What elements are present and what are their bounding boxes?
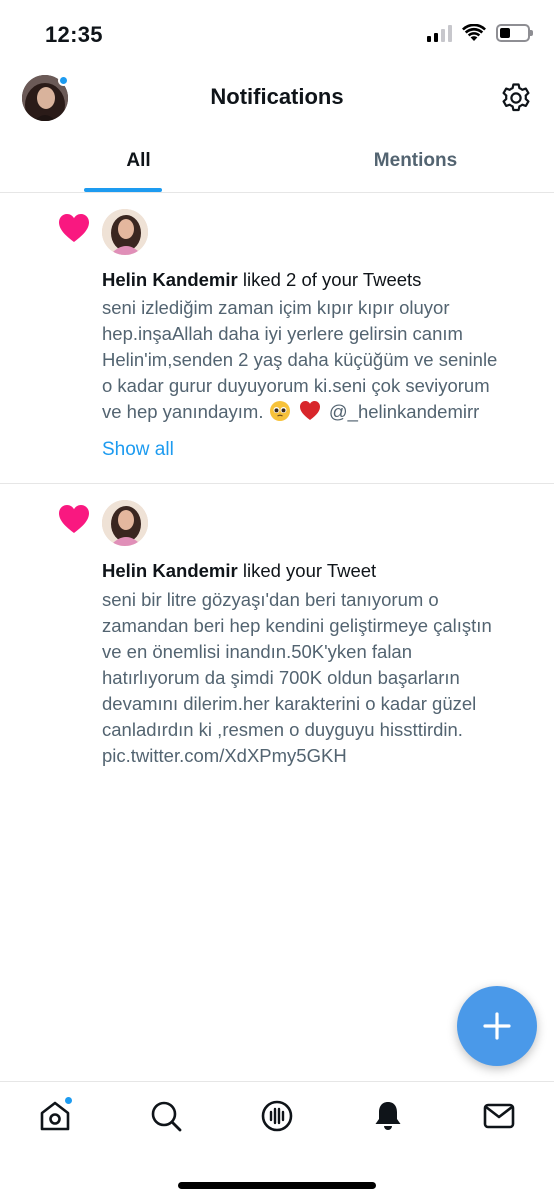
heart-icon — [59, 214, 89, 242]
pleading-face-emoji-icon — [269, 401, 290, 421]
nav-search[interactable] — [149, 1099, 183, 1133]
media-link[interactable]: pic.twitter.com/XdXPmy5GKH — [102, 743, 532, 769]
tweet-line: o kadar gurur duyuyorum ki.seni çok sevi… — [102, 375, 490, 396]
tweet-line: Helin'im,senden 2 yaş daha küçüğüm ve se… — [102, 349, 498, 370]
tab-label: Mentions — [373, 150, 458, 171]
nav-home[interactable] — [38, 1095, 74, 1133]
notification-action: liked 2 of your Tweets — [242, 269, 422, 290]
notification-headline: Helin Kandemir liked your Tweet — [102, 560, 376, 582]
battery-icon — [496, 24, 533, 42]
tweet-line: hatırlıyorum da şimdi 700K oldun başarla… — [102, 667, 460, 688]
user-name[interactable]: Helin Kandemir — [102, 560, 238, 581]
compose-button[interactable] — [457, 986, 537, 1066]
heart-icon — [59, 505, 89, 533]
tweet-line: ve hep yanındayım. — [102, 401, 264, 422]
status-icons — [427, 24, 533, 42]
notification-tabs: All Mentions — [0, 128, 554, 193]
tab-mentions[interactable]: Mentions — [277, 128, 554, 192]
tweet-line: devamını dilerim.her karakterini o kadar… — [102, 693, 477, 714]
cellular-signal-icon — [427, 24, 452, 42]
wifi-icon — [462, 24, 486, 41]
tweet-line: seni bir litre gözyaşı'dan beri tanıyoru… — [102, 589, 439, 610]
tweet-line: zamandan beri hep kendini geliştirmeye ç… — [102, 615, 492, 636]
notification-action: liked your Tweet — [242, 560, 377, 581]
tab-label: All — [126, 150, 151, 171]
home-indicator — [178, 1182, 376, 1189]
notifications-bell-icon — [375, 1102, 401, 1130]
unread-dot — [63, 1095, 74, 1106]
search-icon — [151, 1101, 182, 1132]
spaces-icon — [261, 1100, 293, 1132]
nav-notifications[interactable] — [371, 1099, 405, 1133]
tweet-line: hep.inşaAllah daha iyi yerlere gelirsin … — [102, 323, 463, 344]
tweet-line: seni izlediğim zaman içim kıpır kıpır ol… — [102, 297, 450, 318]
page-title: Notifications — [210, 84, 344, 109]
notification-headline: Helin Kandemir liked 2 of your Tweets — [102, 269, 421, 291]
red-heart-emoji-icon — [299, 401, 320, 420]
mention-link[interactable]: @_helinkandemirr — [329, 401, 479, 422]
tweet-text: seni bir litre gözyaşı'dan beri tanıyoru… — [102, 587, 532, 769]
messages-icon — [483, 1103, 515, 1129]
show-all-link[interactable]: Show all — [102, 439, 174, 461]
tweet-line: ve en önemlisi inandın.50K'yken falan — [102, 641, 413, 662]
tweet-line: canladırdın ki ,resmen o duyguyu hisstti… — [102, 719, 463, 740]
tweet-line-with-emoji: ve hep yanındayım. @_helinkandemirr — [102, 399, 532, 425]
notification-item[interactable]: Helin Kandemir liked your Tweet seni bir… — [0, 484, 554, 784]
active-tab-indicator — [84, 188, 162, 192]
nav-messages[interactable] — [482, 1099, 516, 1133]
tab-all[interactable]: All — [0, 128, 277, 192]
notification-item[interactable]: Helin Kandemir liked 2 of your Tweets se… — [0, 193, 554, 484]
avatar[interactable] — [102, 500, 148, 546]
gear-icon[interactable] — [500, 82, 532, 114]
compose-plus-icon — [483, 1012, 511, 1040]
user-name[interactable]: Helin Kandemir — [102, 269, 238, 290]
header: Notifications — [0, 70, 554, 128]
nav-spaces[interactable] — [260, 1099, 294, 1133]
avatar[interactable] — [102, 209, 148, 255]
status-bar: 12:35 — [0, 0, 554, 70]
tweet-text: seni izlediğim zaman içim kıpır kıpır ol… — [102, 295, 532, 425]
status-time: 12:35 — [45, 22, 103, 47]
